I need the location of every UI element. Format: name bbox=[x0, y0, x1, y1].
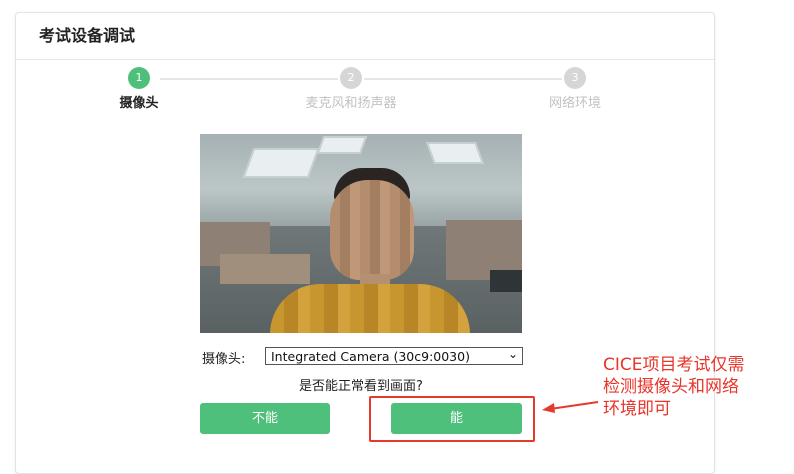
annotation-line-2: 检测摄像头和网络 bbox=[603, 377, 739, 397]
preview-monitor bbox=[490, 270, 522, 292]
step-connector-1 bbox=[160, 78, 338, 80]
annotation-line-3: 环境即可 bbox=[603, 399, 671, 419]
camera-select[interactable]: Integrated Camera (30c9:0030) ⌄ bbox=[265, 347, 523, 365]
cannot-see-button[interactable]: 不能 bbox=[200, 403, 330, 434]
preview-person-shirt bbox=[270, 284, 470, 333]
camera-select-label: 摄像头: bbox=[202, 352, 246, 367]
chevron-down-icon: ⌄ bbox=[507, 347, 518, 361]
step-connector-2 bbox=[364, 78, 562, 80]
preview-person-face-pixelated bbox=[330, 180, 414, 280]
annotation-line-1: CICE项目考试仅需 bbox=[603, 355, 745, 375]
stepper: 1 摄像头 2 麦克风和扬声器 3 网络环境 bbox=[0, 0, 794, 120]
camera-check-question: 是否能正常看到画面? bbox=[299, 379, 423, 394]
step-3-circle: 3 bbox=[564, 67, 586, 89]
camera-preview bbox=[200, 134, 522, 333]
step-2-label: 麦克风和扬声器 bbox=[305, 96, 397, 111]
preview-ceiling-light bbox=[316, 136, 368, 154]
preview-cubicle bbox=[220, 254, 310, 284]
step-1-label: 摄像头 bbox=[119, 96, 159, 111]
annotation-note: CICE项目考试仅需 检测摄像头和网络 环境即可 bbox=[603, 354, 793, 420]
preview-ceiling-light bbox=[242, 148, 320, 178]
step-2-circle: 2 bbox=[340, 67, 362, 89]
step-1-circle: 1 bbox=[128, 67, 150, 89]
highlight-box bbox=[369, 396, 535, 442]
arrow-icon bbox=[542, 401, 599, 413]
preview-ceiling-light bbox=[425, 142, 485, 164]
camera-select-value: Integrated Camera (30c9:0030) bbox=[271, 349, 470, 364]
step-3-label: 网络环境 bbox=[548, 96, 601, 111]
